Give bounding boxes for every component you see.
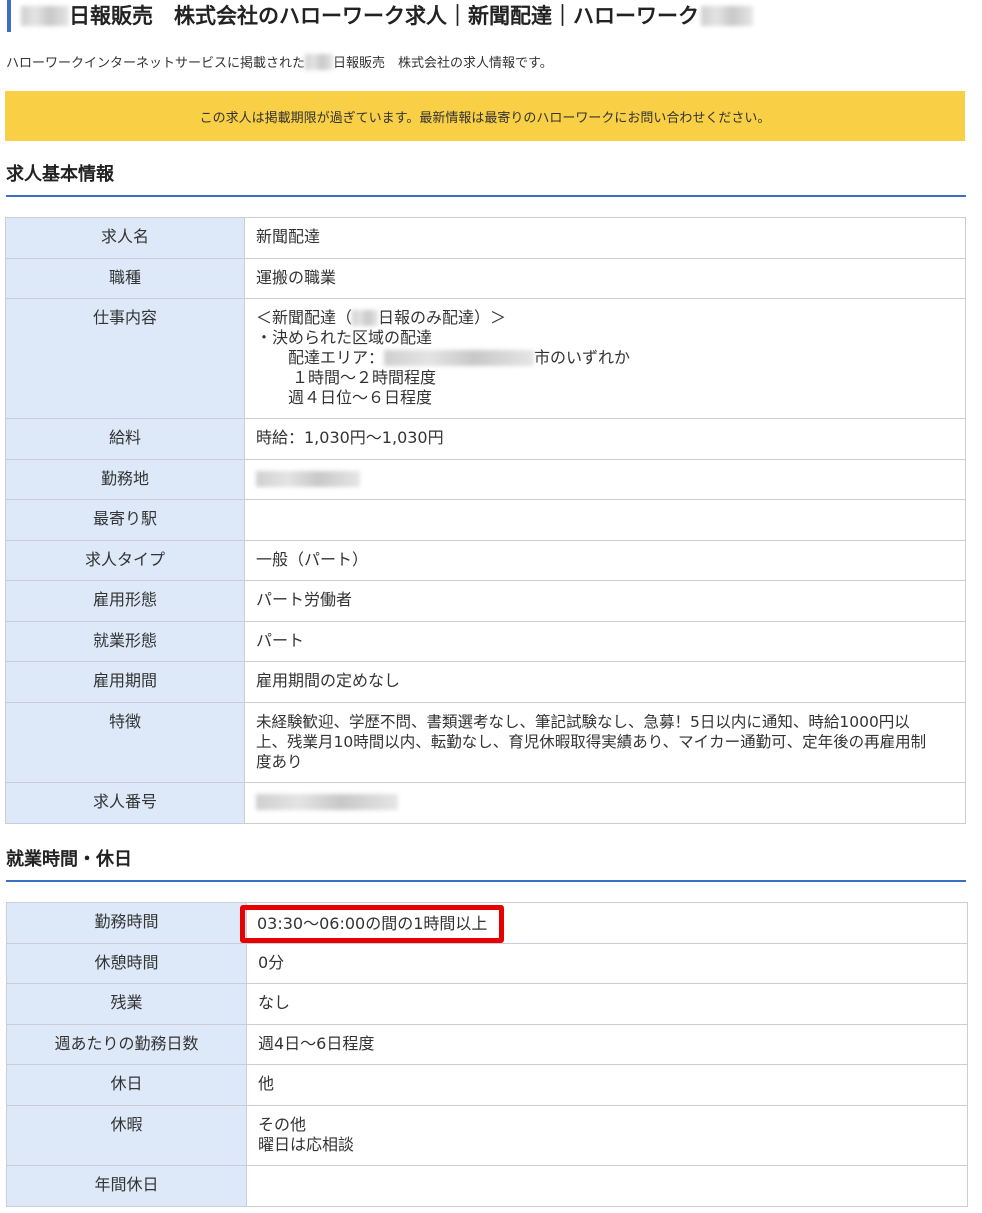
table-row: 休憩時間 0分 [6, 943, 968, 984]
redacted-text [701, 6, 753, 26]
row-value: 週4日～6日程度 [246, 1024, 968, 1065]
row-label: 雇用期間 [5, 661, 245, 703]
row-value: 新聞配達 [244, 217, 966, 259]
row-label: 雇用形態 [5, 580, 245, 622]
page-title: 日報販売 株式会社のハローワーク求人｜新聞配達｜ハローワーク [7, 0, 967, 32]
table-row: 勤務時間 03:30～06:00の間の1時間以上 [6, 902, 968, 944]
table-row: 雇用期間 雇用期間の定めなし [5, 661, 966, 703]
row-label: 特徴 [5, 702, 245, 783]
table-row: 最寄り駅 [5, 499, 966, 541]
row-label: 職種 [5, 258, 245, 299]
expired-notice-text: この求人は掲載期限が過ぎています。最新情報は最寄りのハローワークにお問い合わせく… [199, 110, 771, 126]
table-row: 給料 時給：1,030円～1,030円 [5, 418, 966, 460]
highlight-box: 03:30～06:00の間の1時間以上 [240, 905, 505, 943]
redacted-text [352, 310, 379, 326]
basic-info-table: 求人名 新聞配達 職種 運搬の職業 仕事内容 ＜新聞配達（ 日報のみ配達）＞ ・決… [5, 217, 966, 824]
section-heading-hours-text: 就業時間・休日 [6, 849, 132, 870]
section-heading-hours: 就業時間・休日 [6, 845, 966, 882]
row-value: パート労働者 [244, 580, 966, 622]
table-row: 週あたりの勤務日数 週4日～6日程度 [6, 1024, 968, 1065]
row-value: 運搬の職業 [244, 258, 966, 299]
table-row: 残業 なし [6, 983, 968, 1025]
page-subtitle: ハローワークインターネットサービスに掲載された 日報販売 株式会社の求人情報です。 [6, 52, 553, 71]
row-value: 0分 [246, 943, 968, 984]
row-value: 未経験歓迎、学歴不問、書類選考なし、筆記試験なし、急募！5日以内に通知、時給10… [244, 702, 966, 783]
row-value: パート [244, 621, 966, 662]
table-row: 雇用形態 パート労働者 [5, 580, 966, 622]
table-row: 求人名 新聞配達 [5, 217, 966, 259]
table-row: 特徴 未経験歓迎、学歴不問、書類選考なし、筆記試験なし、急募！5日以内に通知、時… [5, 702, 966, 783]
row-value [244, 459, 966, 500]
section-heading-basic: 求人基本情報 [6, 160, 966, 197]
row-value: その他 曜日は応相談 [246, 1105, 968, 1166]
row-value [244, 499, 966, 541]
table-row: 職種 運搬の職業 [5, 258, 966, 299]
table-row: 年間休日 [6, 1165, 968, 1207]
row-value: 他 [246, 1064, 968, 1106]
table-row: 求人番号 [5, 782, 966, 824]
row-label: 求人タイプ [5, 540, 245, 581]
row-label: 休暇 [6, 1105, 247, 1166]
row-value: なし [246, 983, 968, 1025]
table-row: 仕事内容 ＜新聞配達（ 日報のみ配達）＞ ・決められた区域の配達 配達エリア： 市の… [5, 298, 966, 419]
page-title-text: 日報販売 株式会社のハローワーク求人｜新聞配達｜ハローワーク [69, 4, 699, 28]
redacted-text [384, 350, 535, 366]
table-row: 就業形態 パート [5, 621, 966, 662]
work-hours-value: 03:30～06:00の間の1時間以上 [257, 914, 488, 933]
row-label: 仕事内容 [5, 298, 245, 419]
redacted-text [256, 794, 398, 810]
row-label: 残業 [6, 983, 247, 1025]
table-row: 求人タイプ 一般（パート） [5, 540, 966, 581]
row-value: ＜新聞配達（ 日報のみ配達）＞ ・決められた区域の配達 配達エリア： 市のいずれか … [244, 298, 966, 419]
row-value: 03:30～06:00の間の1時間以上 [240, 902, 968, 944]
subtitle-prefix: ハローワークインターネットサービスに掲載された [6, 56, 306, 71]
redacted-text [256, 471, 360, 487]
row-value: 雇用期間の定めなし [244, 661, 966, 703]
row-value [246, 1165, 968, 1207]
redacted-text [305, 54, 334, 70]
row-label: 勤務時間 [6, 902, 247, 944]
row-label: 就業形態 [5, 621, 245, 662]
row-label: 最寄り駅 [5, 499, 245, 541]
redacted-text [21, 6, 69, 26]
row-value [244, 782, 966, 824]
row-label: 勤務地 [5, 459, 245, 500]
row-label: 休憩時間 [6, 943, 247, 984]
hours-table: 勤務時間 03:30～06:00の間の1時間以上 休憩時間 0分 残業 なし 週… [6, 902, 968, 1207]
section-heading-basic-text: 求人基本情報 [6, 164, 114, 185]
table-row: 休暇 その他 曜日は応相談 [6, 1105, 968, 1166]
expired-notice: この求人は掲載期限が過ぎています。最新情報は最寄りのハローワークにお問い合わせく… [5, 91, 965, 141]
row-label: 給料 [5, 418, 245, 460]
subtitle-suffix: 日報販売 株式会社の求人情報です。 [333, 56, 553, 71]
row-label: 年間休日 [6, 1165, 247, 1207]
table-row: 休日 他 [6, 1064, 968, 1106]
row-value: 時給：1,030円～1,030円 [244, 418, 966, 460]
row-label: 週あたりの勤務日数 [6, 1024, 247, 1065]
table-row: 勤務地 [5, 459, 966, 500]
row-label: 休日 [6, 1064, 247, 1106]
row-label: 求人番号 [5, 782, 245, 824]
row-value: 一般（パート） [244, 540, 966, 581]
row-label: 求人名 [5, 217, 245, 259]
